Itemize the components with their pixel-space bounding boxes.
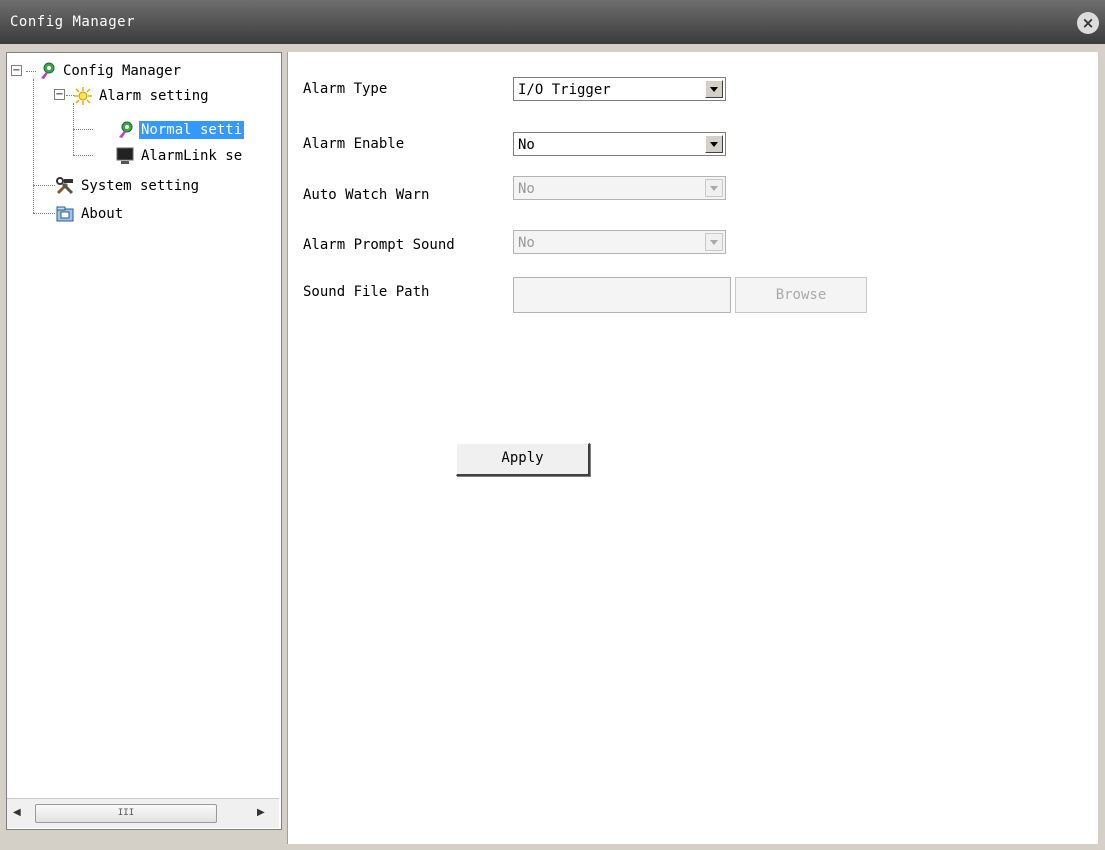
sound-file-path-input <box>513 277 731 313</box>
settings-panel: Alarm Type I/O Trigger Alarm Enable No A… <box>287 52 1098 844</box>
tree-item-normal-setting[interactable]: Normal setti <box>115 119 245 141</box>
alarm-enable-label: Alarm Enable <box>303 136 405 152</box>
config-tree: − − Config Manager Alarm setting Normal … <box>6 52 282 830</box>
collapse-toggle-icon[interactable]: − <box>11 65 22 76</box>
horizontal-scrollbar[interactable]: ◀ III ▶ <box>7 798 279 828</box>
normal-setting-icon <box>115 120 135 140</box>
tree-line <box>73 155 93 156</box>
tree-line <box>73 129 93 130</box>
auto-watch-warn-label: Auto Watch Warn <box>303 187 430 203</box>
alarm-prompt-sound-value: No <box>518 235 535 251</box>
tree-item-label: AlarmLink se <box>141 148 243 164</box>
alarm-type-value: I/O Trigger <box>518 82 611 98</box>
scrollbar-thumb[interactable]: III <box>35 804 217 823</box>
chevron-down-icon[interactable] <box>705 135 723 153</box>
tools-icon <box>55 176 75 196</box>
collapse-toggle-icon[interactable]: − <box>54 89 65 100</box>
chevron-down-icon <box>705 233 723 251</box>
apply-button[interactable]: Apply <box>456 443 590 476</box>
alarm-prompt-sound-label: Alarm Prompt Sound <box>303 237 455 253</box>
close-icon[interactable]: × <box>1077 12 1099 34</box>
tree-item-alarm-setting[interactable]: Alarm setting <box>73 85 211 107</box>
scroll-right-icon[interactable]: ▶ <box>257 807 265 818</box>
tree-item-config-manager[interactable]: Config Manager <box>37 60 183 82</box>
tree-item-label: Normal setti <box>139 121 245 139</box>
alarm-enable-select[interactable]: No <box>513 132 726 156</box>
alarm-prompt-sound-select: No <box>513 230 726 254</box>
chevron-down-icon[interactable] <box>705 80 723 98</box>
tree-line <box>33 79 34 213</box>
tree-item-label: Config Manager <box>63 63 182 79</box>
scroll-left-icon[interactable]: ◀ <box>13 807 21 818</box>
tree-item-label: About <box>81 206 124 222</box>
tree-line <box>33 185 55 186</box>
tree-item-label: Alarm setting <box>99 88 209 104</box>
tree-item-alarmlink-setting[interactable]: AlarmLink se <box>115 145 244 167</box>
about-icon <box>55 204 75 224</box>
auto-watch-warn-select: No <box>513 176 726 200</box>
alarm-light-icon <box>73 86 93 106</box>
tree-item-label: System setting <box>81 178 200 194</box>
chevron-down-icon <box>705 179 723 197</box>
config-manager-window: Config Manager × − − Config Manager Alar… <box>0 0 1105 850</box>
auto-watch-warn-value: No <box>518 181 535 197</box>
browse-button: Browse <box>735 277 867 313</box>
alarm-type-select[interactable]: I/O Trigger <box>513 77 726 101</box>
alarm-type-label: Alarm Type <box>303 81 388 97</box>
tree-item-about[interactable]: About <box>55 203 125 225</box>
tree-line <box>26 71 36 72</box>
title-bar[interactable]: Config Manager × <box>0 0 1105 44</box>
alarm-enable-value: No <box>518 137 535 153</box>
config-gear-icon <box>37 61 57 81</box>
monitor-icon <box>115 146 135 166</box>
window-title: Config Manager <box>10 14 136 30</box>
tree-line <box>33 213 55 214</box>
sound-file-path-label: Sound File Path <box>303 284 430 300</box>
tree-item-system-setting[interactable]: System setting <box>55 175 201 197</box>
